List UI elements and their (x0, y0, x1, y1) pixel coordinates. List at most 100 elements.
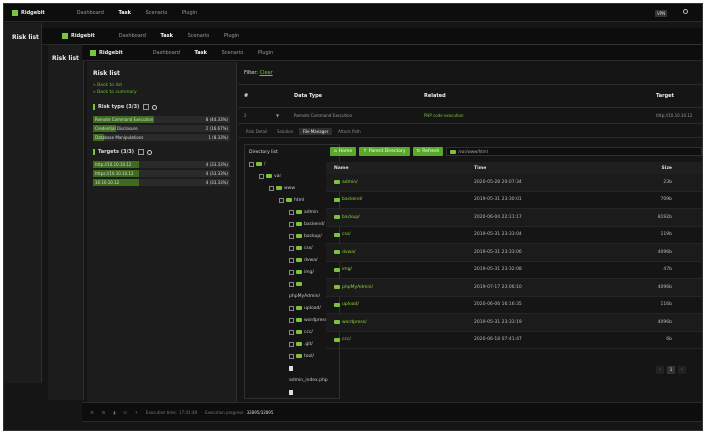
refresh-button[interactable]: ↻ Refresh (412, 147, 444, 156)
file-row[interactable]: ccc/2020-06-18 07:41:47 6b (326, 332, 702, 349)
target-row[interactable]: https://10.10.10.12 4 (33.33%) (93, 170, 230, 177)
nav-task-mid[interactable]: Task (161, 33, 173, 39)
tree-node[interactable]: .git/ (249, 338, 335, 350)
file-row[interactable]: admin/2020-05-28 20:07:34 23b (326, 174, 702, 192)
menu-icon[interactable]: ☰ (90, 410, 94, 415)
file-row[interactable]: phpMyAdmin/2019-07-17 23:06:10 4096b (326, 279, 702, 297)
expand-toggle-icon[interactable] (289, 221, 294, 227)
expand-toggle-icon[interactable] (289, 353, 294, 359)
nav-scenario-mid[interactable]: Scenario (188, 33, 210, 39)
tree-node[interactable]: admin_login.php (249, 398, 335, 399)
file-row[interactable]: wordpress/2019-05-31 23:33:19 4096b (326, 314, 702, 332)
sort-icon[interactable] (143, 104, 150, 110)
search-icon[interactable] (152, 104, 158, 110)
tree-node[interactable] (249, 278, 335, 290)
vpn-badge[interactable]: VPN (655, 10, 668, 17)
gear-icon[interactable]: ⚙ (102, 410, 106, 415)
chart-icon[interactable]: ▮ (113, 410, 115, 415)
expand-icon[interactable]: ▼ (276, 113, 294, 118)
expand-toggle-icon[interactable] (289, 209, 294, 215)
tab-risk-detail[interactable]: Risk Detail (242, 128, 271, 135)
sort-icon-targets[interactable] (138, 149, 145, 155)
file-name[interactable]: css/ (342, 232, 351, 237)
expand-toggle-icon[interactable] (289, 341, 294, 347)
file-row[interactable]: css/2019-05-31 23:33:04 119b (326, 227, 702, 244)
type-row[interactable]: Database Manipulations 1 (8.33%) (93, 134, 230, 141)
expand-toggle-icon[interactable] (269, 185, 274, 191)
parent-directory-button[interactable]: ↑ Parent Directory (359, 147, 410, 156)
target-row[interactable]: 10.10.10.12 4 (33.33%) (93, 179, 230, 186)
tree-node[interactable]: html (249, 194, 335, 206)
tree-node[interactable]: backend/ (249, 218, 335, 230)
file-name[interactable]: upload/ (342, 302, 359, 307)
tree-node[interactable]: admin_index.php (249, 374, 335, 386)
next-page-icon[interactable]: › (678, 366, 686, 374)
type-row[interactable]: Remote Command Execution 8 (44.33%) (93, 116, 230, 123)
file-name[interactable]: wordpress/ (342, 320, 367, 325)
brand-logo[interactable]: Ridgebit (12, 9, 45, 16)
tree-node[interactable]: img/ (249, 266, 335, 278)
file-row[interactable]: dvwa/2019-05-31 23:33:06 4096b (326, 244, 702, 262)
expand-toggle-icon[interactable] (289, 257, 294, 263)
expand-toggle-icon[interactable] (289, 281, 294, 287)
expand-toggle-icon[interactable] (289, 245, 294, 251)
home-button[interactable]: ⌂ Home (330, 147, 357, 156)
target-row[interactable]: http://10.10.10.12 4 (33.33%) (93, 161, 230, 168)
search-icon-targets[interactable] (147, 149, 153, 155)
file-name[interactable]: img/ (342, 267, 352, 272)
tree-node[interactable]: upload/ (249, 302, 335, 314)
file-name[interactable]: backup/ (342, 215, 360, 220)
file-row[interactable]: upload/2020-06-06 16:16:35 116b (326, 297, 702, 314)
tree-node[interactable]: css/ (249, 242, 335, 254)
risk-table-row[interactable]: 2 ▼ Remote Command Execution PHP code ex… (238, 108, 702, 124)
nav-scenario-front[interactable]: Scenario (222, 50, 244, 56)
nav-plugin-mid[interactable]: Plugin (224, 33, 239, 39)
settings-icon[interactable] (683, 9, 688, 14)
expand-toggle-icon[interactable] (279, 197, 284, 203)
path-input[interactable]: /var/www/html (446, 147, 702, 156)
page-1-button[interactable]: 1 (667, 366, 675, 374)
expand-toggle-icon[interactable] (259, 173, 264, 179)
prev-page-icon[interactable]: ‹ (656, 366, 664, 374)
file-name[interactable]: ccc/ (342, 337, 351, 342)
back-to-summary-link[interactable]: « Back to summary (93, 89, 230, 96)
expand-toggle-icon[interactable] (289, 329, 294, 335)
nav-dashboard[interactable]: Dashboard (77, 10, 104, 16)
nav-task[interactable]: Task (119, 10, 131, 16)
col-name[interactable]: Name (326, 166, 474, 171)
file-name[interactable]: dvwa/ (342, 250, 355, 255)
tree-node[interactable]: wordpress/ (249, 314, 335, 326)
brand-logo-mid[interactable]: Ridgebit (62, 33, 95, 39)
tree-node[interactable]: / (249, 158, 335, 170)
nav-scenario[interactable]: Scenario (146, 10, 168, 16)
file-name[interactable]: backend/ (342, 197, 363, 202)
tree-node[interactable]: dvwa/ (249, 254, 335, 266)
type-row[interactable]: Credential Disclosure 2 (16.67%) (93, 125, 230, 132)
bolt-icon[interactable]: ⚡ (135, 410, 138, 415)
tree-node[interactable]: ccc/ (249, 326, 335, 338)
nav-dashboard-mid[interactable]: Dashboard (119, 33, 146, 39)
tree-node[interactable] (249, 386, 335, 398)
tree-node[interactable]: admin (249, 206, 335, 218)
tab-solution[interactable]: Solution (273, 128, 297, 135)
nav-task-front[interactable]: Task (195, 50, 207, 56)
nav-plugin-front[interactable]: Plugin (258, 50, 273, 56)
tree-node[interactable]: var (249, 170, 335, 182)
filter-clear-link[interactable]: Clear (260, 70, 273, 76)
nav-plugin[interactable]: Plugin (182, 10, 197, 16)
file-name[interactable]: admin/ (342, 180, 358, 185)
col-time[interactable]: Time (474, 166, 624, 171)
list-icon[interactable]: ☷ (123, 410, 127, 415)
tab-attack-path[interactable]: Attack Path (334, 128, 365, 135)
expand-toggle-icon[interactable] (289, 317, 294, 323)
tree-node[interactable]: phpMyAdmin/ (249, 290, 335, 302)
file-name[interactable]: phpMyAdmin/ (342, 285, 373, 290)
col-size[interactable]: Size (624, 166, 672, 171)
tree-node[interactable] (249, 362, 335, 374)
nav-dashboard-front[interactable]: Dashboard (153, 50, 180, 56)
tree-node[interactable]: backup/ (249, 230, 335, 242)
tab-file-manager[interactable]: File Manager (298, 128, 333, 135)
tree-node[interactable]: www (249, 182, 335, 194)
file-row[interactable]: img/2019-05-31 23:32:08 47b (326, 262, 702, 279)
brand-logo-front[interactable]: Ridgebit (90, 49, 123, 56)
